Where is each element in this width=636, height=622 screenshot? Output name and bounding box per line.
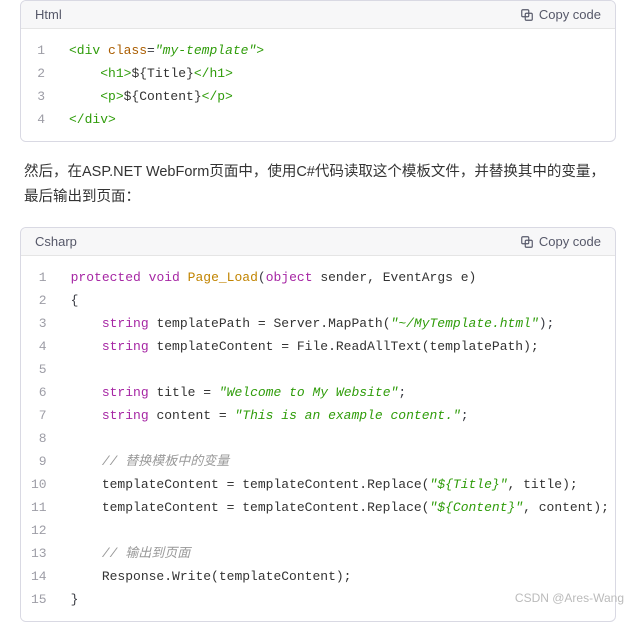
code-header: Csharp Copy code — [21, 228, 615, 256]
code-line: Response.Write(templateContent); — [71, 565, 601, 588]
code-block-html: Html Copy code 1234 <div class="my-templ… — [20, 0, 616, 142]
code-line: <div class="my-template"> — [69, 39, 601, 62]
code-line: </div> — [69, 108, 601, 131]
code-line: // 替换模板中的变量 — [71, 450, 601, 473]
copy-label: Copy code — [539, 7, 601, 22]
code-line: string templateContent = File.ReadAllTex… — [71, 335, 601, 358]
code-line: string title = "Welcome to My Website"; — [71, 381, 601, 404]
copy-code-button[interactable]: Copy code — [520, 7, 601, 22]
watermark: CSDN @Ares-Wang — [515, 591, 624, 605]
code-body: 123456789101112131415 protected void Pag… — [21, 256, 615, 621]
code-line: templateContent = templateContent.Replac… — [71, 473, 601, 496]
copy-code-button[interactable]: Copy code — [520, 234, 601, 249]
copy-label: Copy code — [539, 234, 601, 249]
language-label: Html — [35, 7, 62, 22]
code-line: <p>${Content}</p> — [69, 85, 601, 108]
code-line — [71, 427, 601, 450]
code-line — [71, 519, 601, 542]
line-numbers: 123456789101112131415 — [21, 256, 57, 621]
code-line: string content = "This is an example con… — [71, 404, 601, 427]
code-block-csharp: Csharp Copy code 123456789101112131415 p… — [20, 227, 616, 622]
code-line: templateContent = templateContent.Replac… — [71, 496, 601, 519]
code-line: // 输出到页面 — [71, 542, 601, 565]
code-content: <div class="my-template"> <h1>${Title}</… — [55, 29, 615, 141]
code-line — [71, 358, 601, 381]
clipboard-icon — [520, 235, 534, 249]
line-numbers: 1234 — [21, 29, 55, 141]
language-label: Csharp — [35, 234, 77, 249]
code-body: 1234 <div class="my-template"> <h1>${Tit… — [21, 29, 615, 141]
code-header: Html Copy code — [21, 1, 615, 29]
code-line: protected void Page_Load(object sender, … — [71, 266, 601, 289]
description-paragraph: 然后，在ASP.NET WebForm页面中，使用C#代码读取这个模板文件，并替… — [24, 160, 612, 209]
code-content: protected void Page_Load(object sender, … — [57, 256, 615, 621]
code-line: string templatePath = Server.MapPath("~/… — [71, 312, 601, 335]
code-line: { — [71, 289, 601, 312]
code-line: <h1>${Title}</h1> — [69, 62, 601, 85]
clipboard-icon — [520, 8, 534, 22]
